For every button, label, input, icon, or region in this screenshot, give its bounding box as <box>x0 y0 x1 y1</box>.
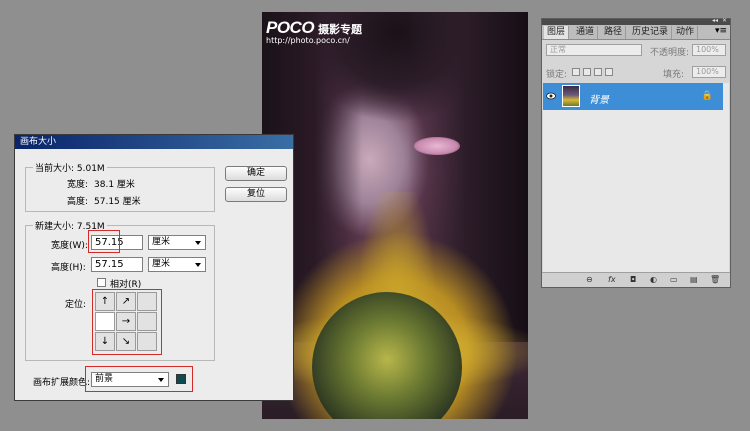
layer-row-background[interactable]: 背景 🔒 <box>543 83 723 110</box>
watermark-url: http://photo.poco.cn/ <box>266 36 350 45</box>
width-highlight <box>88 230 120 253</box>
eye-icon[interactable] <box>546 92 556 100</box>
anchor-bottom-left[interactable]: ↓ <box>95 332 115 351</box>
extension-color-label: 画布扩展颜色: <box>33 378 91 388</box>
anchor-top-center[interactable]: ↗ <box>116 292 136 311</box>
lock-pixels-icon[interactable] <box>583 68 591 76</box>
lock-label: 锁定: <box>546 70 568 80</box>
layer-thumbnail <box>562 85 580 107</box>
anchor-middle-left[interactable] <box>95 312 115 331</box>
panel-tabs: 图层 通道 路径 历史记录 动作 ▾≡ <box>542 25 730 40</box>
width-unit-select[interactable]: 厘米 <box>148 235 206 250</box>
opacity-input[interactable]: 100% <box>692 44 726 56</box>
extension-color-value: 前景 <box>95 374 114 384</box>
height-input[interactable]: 57.15 <box>91 257 143 272</box>
trash-icon[interactable]: 🗑 <box>710 275 720 284</box>
ok-button[interactable]: 确定 <box>225 166 287 181</box>
tab-layers[interactable]: 图层 <box>544 26 570 39</box>
extension-color-swatch[interactable] <box>176 374 186 384</box>
relative-checkbox[interactable] <box>97 278 106 287</box>
lock-position-icon[interactable] <box>594 68 602 76</box>
watermark-title: 摄影专题 <box>318 23 363 36</box>
blend-mode-value: 正常 <box>550 45 566 54</box>
layer-style-icon[interactable]: fx <box>608 275 616 284</box>
opacity-label: 不透明度: <box>650 48 690 58</box>
link-layers-icon[interactable]: ⊖ <box>586 275 593 284</box>
layers-panel: ◂◂ ✕ 图层 通道 路径 历史记录 动作 ▾≡ 正常 不透明度: 100% 锁… <box>541 17 731 288</box>
chevron-down-icon <box>195 241 201 245</box>
current-height-value: 57.15 厘米 <box>94 197 141 207</box>
fill-input[interactable]: 100% <box>692 66 726 78</box>
blend-mode-select[interactable]: 正常 <box>546 44 642 56</box>
height-unit-value: 厘米 <box>152 259 171 269</box>
watermark: POCO 摄影专题 http://photo.poco.cn/ <box>266 18 362 45</box>
watermark-logo: POCO <box>266 18 315 37</box>
width-unit-value: 厘米 <box>152 237 171 247</box>
tab-paths[interactable]: 路径 <box>601 26 627 39</box>
height-label: 高度(H): <box>51 263 86 273</box>
close-icon[interactable]: ✕ <box>722 17 727 24</box>
layer-name[interactable]: 背景 <box>589 91 609 106</box>
current-width-value: 38.1 厘米 <box>94 180 135 190</box>
lock-icon: 🔒 <box>701 91 713 101</box>
current-width-label: 宽度: <box>67 180 89 190</box>
new-group-icon[interactable]: ▭ <box>670 275 678 284</box>
document-canvas[interactable]: POCO 摄影专题 http://photo.poco.cn/ <box>262 12 528 419</box>
chevron-down-icon <box>158 378 164 382</box>
tab-channels[interactable]: 通道 <box>573 26 599 39</box>
lock-all-icon[interactable] <box>605 68 613 76</box>
anchor-middle-right[interactable] <box>137 312 157 331</box>
dialog-title: 画布大小 <box>15 135 293 149</box>
layer-list: 背景 🔒 <box>543 83 729 279</box>
height-unit-select[interactable]: 厘米 <box>148 257 206 272</box>
canvas-size-dialog: 画布大小 当前大小: 5.01M 宽度: 38.1 厘米 高度: 57.15 厘… <box>14 134 294 401</box>
collapse-icon[interactable]: ◂◂ <box>712 17 718 24</box>
tab-history[interactable]: 历史记录 <box>629 26 673 39</box>
current-size-label: 当前大小: 5.01M <box>33 161 107 174</box>
anchor-top-left[interactable]: ↑ <box>95 292 115 311</box>
new-layer-icon[interactable]: ▤ <box>690 275 698 284</box>
anchor-grid: ↑ ↗ → ↓ ↘ <box>95 292 162 354</box>
width-label: 宽度(W): <box>51 241 88 251</box>
anchor-label: 定位: <box>65 300 87 310</box>
extension-color-select[interactable]: 前景 <box>91 372 169 387</box>
anchor-middle-center[interactable]: → <box>116 312 136 331</box>
adjustment-layer-icon[interactable]: ◐ <box>650 275 657 284</box>
fill-label: 填充: <box>663 70 685 80</box>
panel-menu-icon[interactable]: ▾≡ <box>715 26 727 36</box>
add-mask-icon[interactable]: ◘ <box>630 275 636 284</box>
photo-lips <box>414 137 460 155</box>
anchor-top-right[interactable] <box>137 292 157 311</box>
layers-bottom-bar: ⊖ fx ◘ ◐ ▭ ▤ 🗑 <box>542 272 730 287</box>
anchor-bottom-right[interactable] <box>137 332 157 351</box>
anchor-bottom-center[interactable]: ↘ <box>116 332 136 351</box>
current-height-label: 高度: <box>67 197 89 207</box>
lock-transparent-icon[interactable] <box>572 68 580 76</box>
reset-button[interactable]: 复位 <box>225 187 287 202</box>
tab-actions[interactable]: 动作 <box>673 26 699 39</box>
chevron-down-icon <box>195 263 201 267</box>
